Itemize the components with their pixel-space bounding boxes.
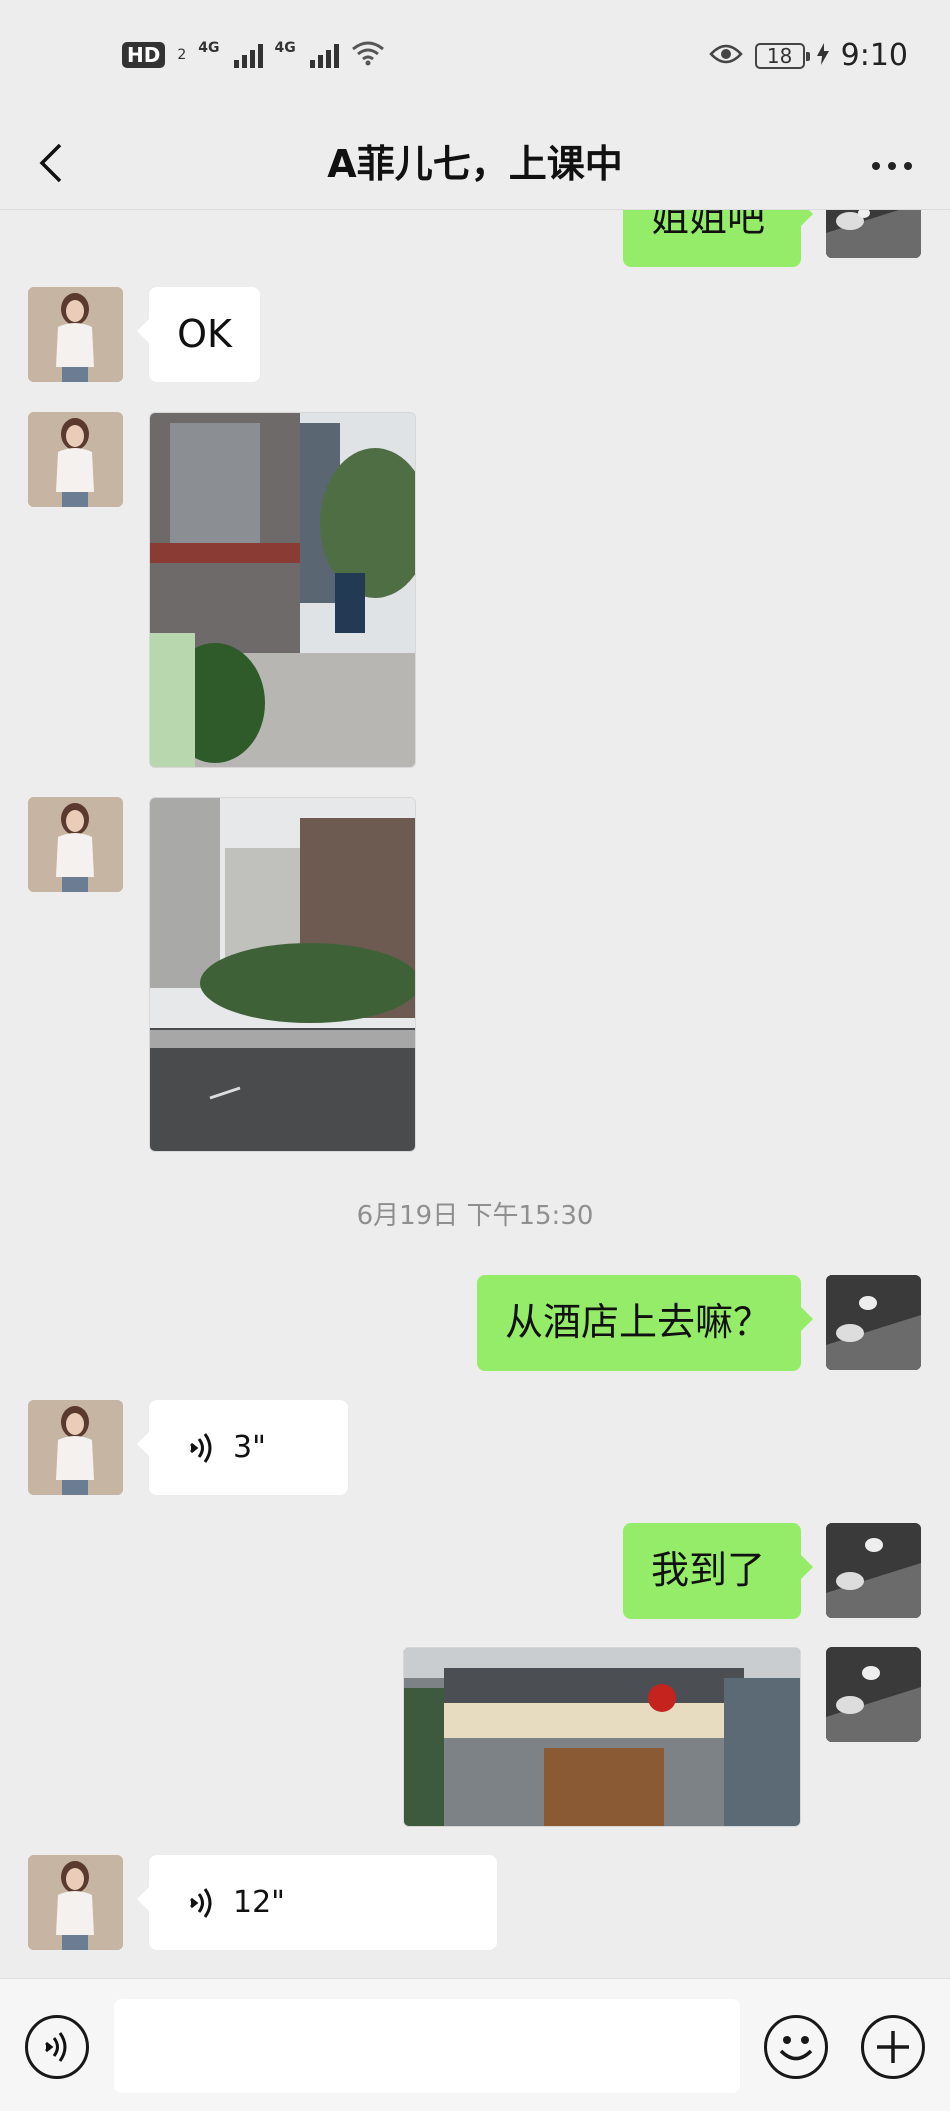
emoji-icon <box>779 2036 813 2061</box>
avatar-contact[interactable] <box>28 1855 123 1950</box>
avatar-contact[interactable] <box>28 287 123 382</box>
voice-toggle-button[interactable] <box>25 2015 89 2079</box>
voice-duration: 3" <box>233 1429 266 1465</box>
network-label-1: 4G <box>198 40 220 56</box>
message-text: 我到了 <box>651 1548 766 1593</box>
message-text: 姐姐吧 <box>651 210 766 240</box>
voice-duration: 12" <box>233 1884 285 1920</box>
more-dot <box>904 162 912 170</box>
voice-message[interactable]: 12" <box>137 1855 497 1950</box>
voice-wave-icon <box>189 1886 215 1920</box>
status-bar: HD 2 4G 4G 18 9:10 <box>0 0 950 118</box>
eye-icon <box>708 42 743 70</box>
more-button[interactable] <box>862 146 922 186</box>
chat-header: A菲儿七，上课中 <box>0 118 950 210</box>
signal-icon-2 <box>309 42 339 68</box>
more-actions-button[interactable] <box>861 2015 925 2079</box>
chat-title: A菲儿七，上课中 <box>327 142 623 186</box>
timestamp: 6月19日 下午15:30 <box>356 1201 594 1231</box>
message-input[interactable] <box>114 1999 740 2093</box>
chat-message-list[interactable]: 姐姐吧 OK 6月19日 下午15:30 从酒店上去嘛？ 3" 我到了 12" <box>0 210 950 1978</box>
message-text: OK <box>177 311 232 356</box>
plus-icon <box>877 2031 909 2063</box>
input-bar <box>0 1978 950 2111</box>
hd-badge: HD <box>122 42 166 68</box>
battery-indicator: 18 <box>754 42 810 69</box>
emoji-button[interactable] <box>764 2015 828 2079</box>
image-message[interactable] <box>403 1647 801 1827</box>
voice-message[interactable]: 3" <box>137 1400 348 1495</box>
avatar-contact[interactable] <box>28 1400 123 1495</box>
avatar-me[interactable] <box>826 1275 921 1370</box>
status-left: HD 2 4G 4G <box>122 40 385 70</box>
message-sent[interactable]: 姐姐吧 <box>623 210 813 267</box>
avatar-me[interactable] <box>826 1647 921 1742</box>
back-button[interactable] <box>26 138 76 188</box>
message-sent[interactable]: 从酒店上去嘛？ <box>477 1275 813 1371</box>
charging-icon <box>816 42 829 69</box>
clock: 9:10 <box>840 38 908 73</box>
status-right: 18 9:10 <box>708 38 908 73</box>
network-label-2: 4G <box>274 40 296 56</box>
more-dot <box>888 162 896 170</box>
sim2-label: 2 <box>177 47 187 63</box>
more-dot <box>872 162 880 170</box>
image-message[interactable] <box>149 797 416 1152</box>
voice-icon <box>45 2032 67 2062</box>
chevron-left-icon <box>39 143 62 183</box>
avatar-contact[interactable] <box>28 797 123 892</box>
avatar-contact[interactable] <box>28 412 123 507</box>
message-sent[interactable]: 我到了 <box>623 1523 813 1619</box>
voice-wave-icon <box>189 1431 215 1465</box>
image-message[interactable] <box>149 412 416 768</box>
message-received[interactable]: OK <box>137 287 260 382</box>
wifi-icon <box>351 40 385 70</box>
avatar-me[interactable] <box>826 210 921 258</box>
message-text: 从酒店上去嘛？ <box>505 1300 772 1345</box>
avatar-me[interactable] <box>826 1523 921 1618</box>
signal-icon <box>233 42 263 68</box>
